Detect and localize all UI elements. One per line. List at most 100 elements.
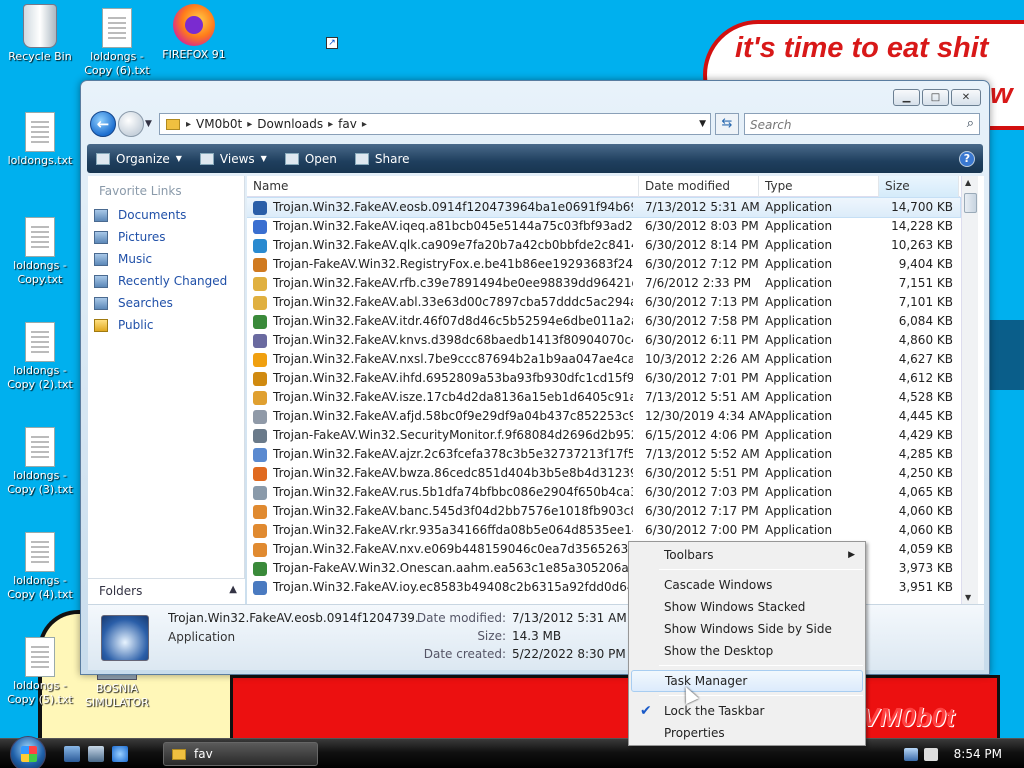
searches-icon — [94, 296, 108, 310]
wallpaper-patch — [987, 320, 1024, 390]
internet-explorer-icon[interactable] — [112, 746, 128, 762]
file-row[interactable]: Trojan.Win32.FakeAV.eosb.0914f120473964b… — [247, 197, 961, 218]
address-bar[interactable]: ▸ VM0b0t ▸ Downloads ▸ fav ▸ ▼ — [159, 113, 711, 135]
favorite-link-documents[interactable]: Documents — [94, 208, 186, 222]
close-button[interactable]: ✕ — [951, 89, 981, 106]
file-name: Trojan.Win32.FakeAV.abl.33e63d00c7897cba… — [273, 295, 633, 309]
search-input[interactable]: Search ⌕ — [744, 113, 980, 135]
pictures-icon — [94, 230, 108, 244]
column-header-type[interactable]: Type — [759, 176, 879, 197]
open-button[interactable]: Open — [276, 144, 346, 173]
scrollbar-thumb[interactable] — [964, 193, 977, 213]
menu-item-task-manager[interactable]: Task Manager — [631, 670, 863, 692]
file-row[interactable]: Trojan.Win32.FakeAV.abl.33e63d00c7897cba… — [247, 293, 960, 312]
file-row[interactable]: Trojan.Win32.FakeAV.iqeq.a81bcb045e5144a… — [247, 217, 960, 236]
column-header-name[interactable]: Name — [247, 176, 639, 197]
show-desktop-icon[interactable] — [64, 746, 80, 762]
vertical-scrollbar[interactable]: ▲ ▼ — [961, 176, 978, 604]
favorite-link-pictures[interactable]: Pictures — [94, 230, 166, 244]
file-name: Trojan.Win32.FakeAV.itdr.46f07d8d46c5b52… — [273, 314, 633, 328]
network-icon[interactable] — [903, 747, 918, 761]
favorite-link-public[interactable]: Public — [94, 318, 154, 332]
volume-muted-icon[interactable] — [923, 747, 938, 761]
folders-toggle[interactable]: Folders ▲ — [88, 578, 245, 604]
clock[interactable]: 8:54 PM — [954, 747, 1002, 761]
menu-item-properties[interactable]: Properties — [631, 722, 863, 744]
file-type: Application — [765, 333, 833, 347]
file-size: 7,101 KB — [898, 295, 953, 309]
file-row[interactable]: Trojan.Win32.FakeAV.rfb.c39e7891494be0ee… — [247, 274, 960, 293]
file-row[interactable]: Trojan.Win32.FakeAV.itdr.46f07d8d46c5b52… — [247, 312, 960, 331]
switch-windows-icon[interactable] — [88, 746, 104, 762]
file-row[interactable]: Trojan.Win32.FakeAV.isze.17cb4d2da8136a1… — [247, 388, 960, 407]
file-row[interactable]: Trojan.Win32.FakeAV.qlk.ca909e7fa20b7a42… — [247, 236, 960, 255]
application-icon — [253, 390, 267, 405]
file-row[interactable]: Trojan.Win32.FakeAV.bwza.86cedc851d404b3… — [247, 464, 960, 483]
column-header-date[interactable]: Date modified — [639, 176, 759, 197]
maximize-button[interactable]: □ — [922, 89, 949, 106]
taskbar-button-fav[interactable]: fav — [163, 742, 318, 766]
views-button[interactable]: Views ▼ — [191, 144, 276, 173]
favorite-link-searches[interactable]: Searches — [94, 296, 173, 310]
file-row[interactable]: Trojan.Win32.FakeAV.ihfd.6952809a53ba93f… — [247, 369, 960, 388]
organize-button[interactable]: Organize ▼ — [87, 144, 191, 173]
menu-item-show-the-desktop[interactable]: Show the Desktop — [631, 640, 863, 662]
desktop-icon-firefox[interactable]: ↗ FIREFOX 91 — [154, 4, 338, 62]
file-date-modified: 7/13/2012 5:51 AM — [645, 390, 760, 404]
favorite-link-music[interactable]: Music — [94, 252, 152, 266]
file-row[interactable]: Trojan.Win32.FakeAV.ajzr.2c63fcefa378c3b… — [247, 445, 960, 464]
scroll-up-icon[interactable]: ▲ — [965, 178, 971, 187]
file-row[interactable]: Trojan-FakeAV.Win32.SecurityMonitor.f.9f… — [247, 426, 960, 445]
breadcrumb-downloads[interactable]: Downloads — [252, 117, 328, 131]
file-date-modified: 12/30/2019 4:34 AM — [645, 409, 765, 423]
menu-item-lock-the-taskbar[interactable]: ✔ Lock the Taskbar — [631, 700, 863, 722]
chevron-down-icon[interactable]: ▼ — [699, 119, 706, 129]
file-size: 4,528 KB — [898, 390, 953, 404]
back-button[interactable]: ← — [90, 111, 116, 137]
chevron-right-icon[interactable]: ▸ — [362, 119, 367, 130]
start-button[interactable] — [10, 736, 46, 768]
favorite-link-recently-changed[interactable]: Recently Changed — [94, 274, 227, 288]
details-date-created: 5/22/2022 8:30 PM — [512, 647, 626, 661]
scroll-down-icon[interactable]: ▼ — [965, 593, 971, 602]
breadcrumb-fav[interactable]: fav — [333, 117, 362, 131]
desktop-icon-loldongs-copy-3[interactable]: loldongs - Copy (3).txt — [0, 427, 80, 497]
file-name-cell: Trojan.Win32.FakeAV.rus.5b1dfa74bfbbc086… — [253, 483, 633, 502]
menu-item-show-windows-side-by-side[interactable]: Show Windows Side by Side — [631, 618, 863, 640]
file-name-cell: Trojan.Win32.FakeAV.ihfd.6952809a53ba93f… — [253, 369, 633, 388]
file-row[interactable]: Trojan.Win32.FakeAV.rkr.935a34166ffda08b… — [247, 521, 960, 540]
breadcrumb-vm0b0t[interactable]: VM0b0t — [191, 117, 247, 131]
desktop-icon-loldongs-copy-4[interactable]: loldongs - Copy (4).txt — [0, 532, 80, 602]
recently-changed-icon — [94, 274, 108, 288]
desktop-icon-loldongs[interactable]: loldongs.txt — [0, 112, 80, 168]
forward-button[interactable] — [118, 111, 144, 137]
menu-item-toolbars[interactable]: Toolbars ▶ — [631, 544, 863, 566]
help-icon[interactable]: ? — [959, 150, 975, 167]
desktop-icon-loldongs-copy[interactable]: loldongs - Copy.txt — [0, 217, 80, 287]
file-row[interactable]: Trojan.Win32.FakeAV.afjd.58bc0f9e29df9a0… — [247, 407, 960, 426]
recent-pages-dropdown[interactable]: ▼ — [145, 119, 155, 129]
desktop-icon-loldongs-copy-5[interactable]: loldongs - Copy (5).txt — [0, 637, 80, 707]
file-type: Application — [765, 200, 833, 214]
desktop-icon-loldongs-copy-6[interactable]: loldongs - Copy (6).txt — [77, 8, 157, 78]
file-row[interactable]: Trojan.Win32.FakeAV.rus.5b1dfa74bfbbc086… — [247, 483, 960, 502]
public-folder-icon — [94, 318, 108, 332]
desktop-icon-loldongs-copy-2[interactable]: loldongs - Copy (2).txt — [0, 322, 80, 392]
minimize-button[interactable]: ▁ — [893, 89, 920, 106]
file-row[interactable]: Trojan-FakeAV.Win32.RegistryFox.e.be41b8… — [247, 255, 960, 274]
file-size: 7,151 KB — [898, 276, 953, 290]
share-button[interactable]: Share — [346, 144, 419, 173]
application-icon — [253, 561, 267, 576]
refresh-button[interactable]: ⇆ — [715, 113, 739, 135]
file-row[interactable]: Trojan.Win32.FakeAV.banc.545d3f04d2bb757… — [247, 502, 960, 521]
file-type: Application — [765, 238, 833, 252]
column-header-size[interactable]: Size — [879, 176, 959, 197]
menu-item-show-windows-stacked[interactable]: Show Windows Stacked — [631, 596, 863, 618]
file-row[interactable]: Trojan.Win32.FakeAV.knvs.d398dc68baedb14… — [247, 331, 960, 350]
application-icon — [253, 371, 267, 386]
desktop-icon-recycle-bin[interactable]: Recycle Bin — [0, 4, 80, 64]
file-row[interactable]: Trojan.Win32.FakeAV.nxsl.7be9ccc87694b2a… — [247, 350, 960, 369]
details-date-modified-label: Date modified: — [416, 611, 506, 625]
menu-item-cascade-windows[interactable]: Cascade Windows — [631, 574, 863, 596]
search-icon[interactable]: ⌕ — [967, 116, 974, 131]
